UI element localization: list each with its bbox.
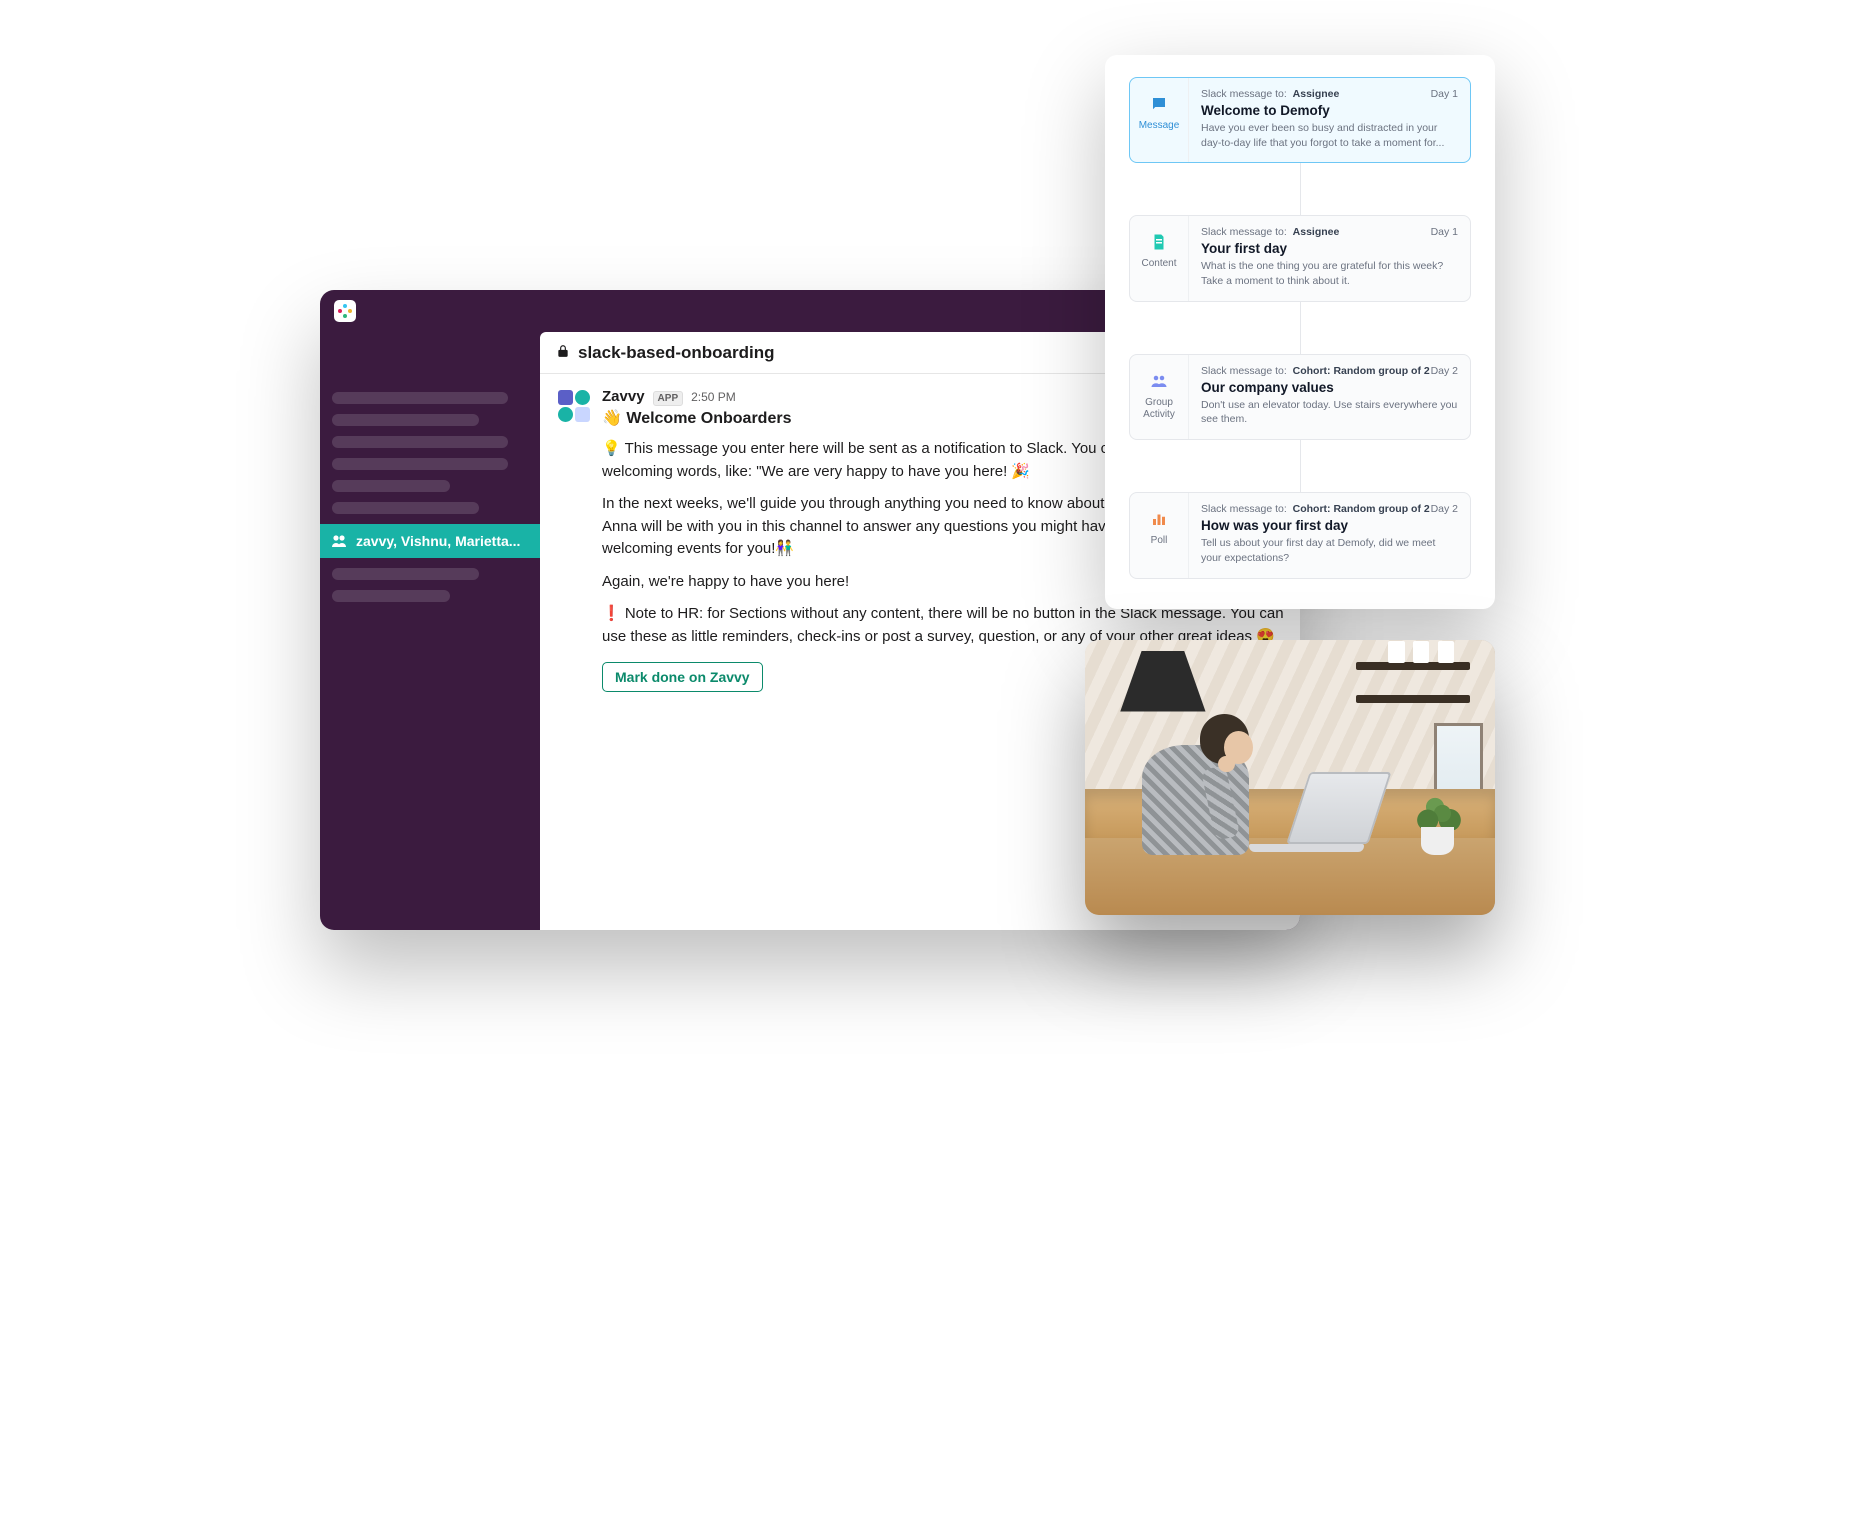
journey-panel: Message Slack message to: Assignee Day 1… [1105,55,1495,609]
poll-icon [1149,509,1169,529]
step-title: Our company values [1201,380,1458,395]
step-title: How was your first day [1201,518,1458,533]
connector-line [1300,163,1301,215]
journey-step-content[interactable]: Content Slack message to: Assignee Day 1… [1129,215,1471,301]
step-day: Day 1 [1431,226,1458,238]
group-icon [1149,371,1169,391]
channel-name: slack-based-onboarding [578,343,774,363]
sidebar-placeholder [332,568,479,580]
mark-done-button[interactable]: Mark done on Zavvy [602,662,763,692]
step-type-label: Group Activity [1130,397,1188,421]
step-recipient: Slack message to: Cohort: Random group o… [1201,503,1430,515]
slack-logo-icon [334,300,356,322]
step-recipient: Slack message to: Assignee [1201,226,1339,238]
message-time: 2:50 PM [691,390,736,404]
sidebar-placeholder [332,392,508,404]
step-description: Have you ever been so busy and distracte… [1201,121,1458,150]
journey-step-poll[interactable]: Poll Slack message to: Cohort: Random gr… [1129,492,1471,578]
sidebar-placeholder [332,480,450,492]
connector-line [1300,302,1301,354]
step-recipient: Slack message to: Assignee [1201,88,1339,100]
app-badge: APP [653,391,684,406]
content-icon [1149,232,1169,252]
zavvy-avatar-icon [556,388,592,424]
sidebar-active-label: zavvy, Vishnu, Marietta... [356,533,520,549]
message-icon [1149,94,1169,114]
sidebar-active-dm[interactable]: zavvy, Vishnu, Marietta... [320,524,540,558]
slack-sidebar: zavvy, Vishnu, Marietta... [320,332,540,930]
sidebar-placeholder [332,436,508,448]
step-day: Day 2 [1431,503,1458,515]
hero-photo [1085,640,1495,915]
step-title: Welcome to Demofy [1201,103,1458,118]
message-title-text: Welcome Onboarders [626,410,791,427]
step-description: What is the one thing you are grateful f… [1201,259,1458,288]
step-description: Don't use an elevator today. Use stairs … [1201,398,1458,427]
people-icon [330,532,348,550]
step-day: Day 2 [1431,365,1458,377]
wave-emoji-icon: 👋 [602,410,622,427]
step-type-label: Message [1139,120,1180,132]
message-sender[interactable]: Zavvy [602,388,645,405]
sidebar-placeholder [332,414,479,426]
connector-line [1300,440,1301,492]
step-type-label: Content [1141,258,1176,270]
step-description: Tell us about your first day at Demofy, … [1201,536,1458,565]
sidebar-placeholder [332,590,450,602]
sidebar-placeholder [332,458,508,470]
lock-icon [556,343,570,363]
step-recipient: Slack message to: Cohort: Random group o… [1201,365,1430,377]
journey-step-message[interactable]: Message Slack message to: Assignee Day 1… [1129,77,1471,163]
step-title: Your first day [1201,241,1458,256]
photo-illustration [1085,640,1495,915]
step-day: Day 1 [1431,88,1458,100]
journey-step-group-activity[interactable]: Group Activity Slack message to: Cohort:… [1129,354,1471,440]
step-type-label: Poll [1151,535,1168,547]
sidebar-placeholder [332,502,479,514]
